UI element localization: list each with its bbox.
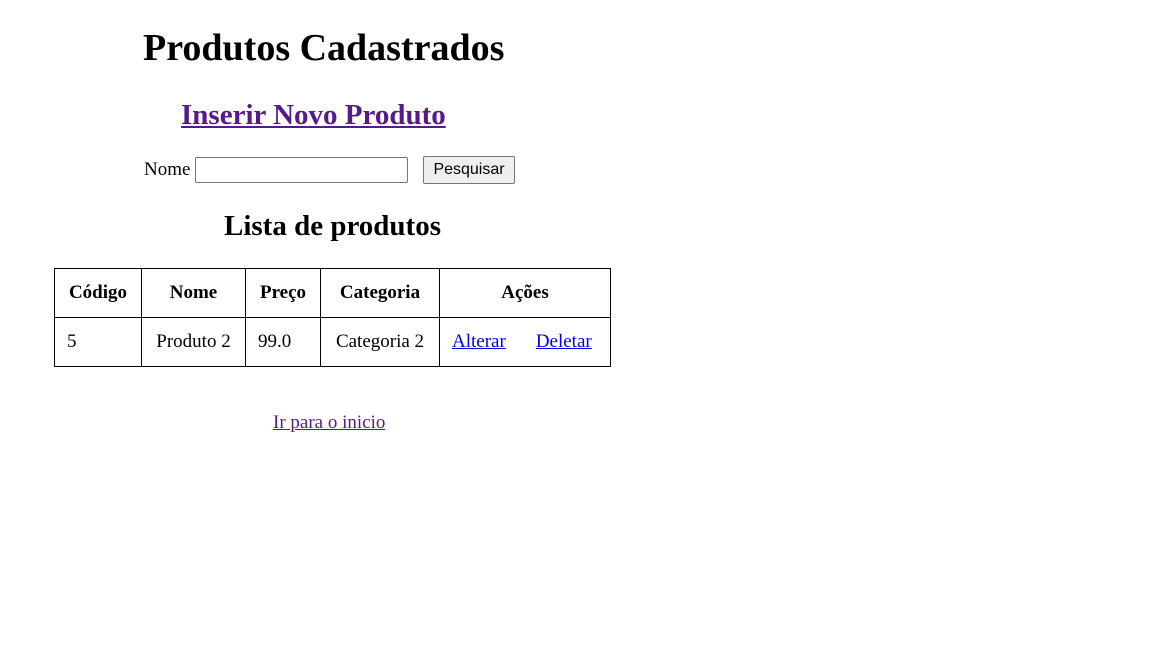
deletar-link[interactable]: Deletar: [536, 331, 592, 352]
header-codigo: Código: [54, 268, 142, 318]
search-name-input[interactable]: [195, 157, 409, 183]
cell-nome: Produto 2: [141, 317, 246, 367]
page-title: Produtos Cadastrados: [143, 27, 505, 69]
cell-preco: 99.0: [245, 317, 321, 367]
list-title: Lista de produtos: [223, 210, 442, 242]
header-acoes: Ações: [439, 268, 611, 318]
products-table: Código Nome Preço Categoria Ações 5 Prod…: [54, 268, 611, 367]
cell-categoria: Categoria 2: [320, 317, 440, 367]
table-header-row: Código Nome Preço Categoria Ações: [54, 268, 611, 318]
table-row: 5 Produto 2 99.0 Categoria 2 Alterar Dele…: [54, 317, 611, 367]
insert-new-product-link[interactable]: Inserir Novo Produto: [181, 96, 446, 134]
cell-acoes: Alterar Deletar: [439, 317, 611, 367]
search-name-label: Nome: [144, 159, 191, 180]
alterar-link[interactable]: Alterar: [452, 331, 506, 352]
cell-codigo: 5: [54, 317, 142, 367]
header-nome: Nome: [141, 268, 246, 318]
search-form: Nome Pesquisar: [144, 156, 515, 184]
home-link[interactable]: Ir para o inicio: [273, 412, 385, 434]
search-button[interactable]: Pesquisar: [423, 156, 515, 184]
header-categoria: Categoria: [320, 268, 440, 318]
header-preco: Preço: [245, 268, 321, 318]
